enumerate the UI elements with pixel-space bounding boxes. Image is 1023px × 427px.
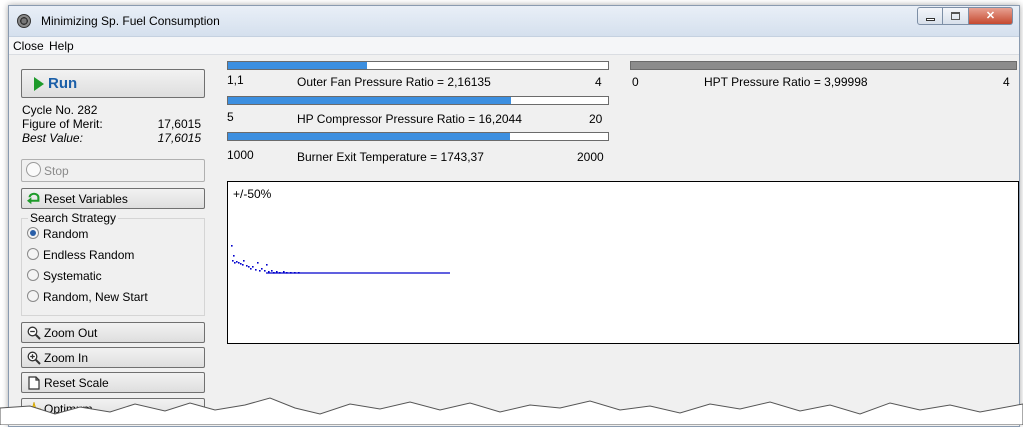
best-value-value: 17,6015 [157, 131, 201, 145]
window-controls: ✕ [917, 7, 1013, 25]
run-button[interactable]: Run [21, 69, 205, 98]
slider-max: 4 [595, 75, 602, 89]
reset-variables-button[interactable]: Reset Variables [21, 188, 205, 209]
strategy-label: Systematic [43, 269, 102, 283]
play-icon [34, 77, 44, 91]
search-strategy-title: Search Strategy [28, 211, 119, 225]
control-sidebar: Run Cycle No. 282 Figure of Merit: 17,60… [19, 59, 209, 419]
trace-point [248, 266, 250, 268]
zoom-out-button[interactable]: Zoom Out [21, 322, 205, 343]
strategy-random[interactable]: Random [27, 227, 88, 241]
outer-fan-slider[interactable] [227, 61, 609, 70]
close-window-button[interactable]: ✕ [969, 7, 1013, 25]
slider-max: 2000 [577, 150, 604, 164]
close-icon: ✕ [985, 10, 996, 22]
radio-icon [27, 248, 39, 260]
strategy-endless-random[interactable]: Endless Random [27, 248, 134, 262]
cycle-number: Cycle No. 282 [22, 103, 98, 117]
green-refresh-arrow-icon [27, 192, 40, 205]
zoom-in-label: Zoom In [44, 351, 89, 365]
hpt-pressure-slider[interactable] [630, 61, 1017, 70]
minimize-button[interactable] [917, 7, 943, 25]
burner-exit-slider[interactable] [227, 132, 609, 141]
slider-min: 1000 [227, 148, 254, 162]
trace-point [255, 269, 257, 271]
trace-point [264, 270, 266, 272]
menu-close[interactable]: Close [13, 39, 44, 53]
slider-max: 4 [1003, 75, 1010, 89]
app-icon [17, 14, 31, 28]
app-window: Minimizing Sp. Fuel Consumption ✕ Close … [8, 5, 1020, 427]
strategy-label: Random [43, 227, 89, 241]
slider-max: 20 [589, 112, 603, 126]
magnifier-plus-icon [27, 351, 41, 365]
trace-point [261, 268, 263, 270]
slider-fill [228, 97, 512, 104]
trace-point [234, 262, 236, 264]
strategy-systematic[interactable]: Systematic [27, 269, 102, 283]
strategy-label: Random, New Start [43, 290, 148, 304]
trace-point [271, 270, 273, 272]
trace-point [250, 268, 252, 270]
window-title: Minimizing Sp. Fuel Consumption [41, 14, 220, 28]
zoom-in-button[interactable]: Zoom In [21, 347, 205, 368]
run-label: Run [48, 75, 78, 92]
trace-point [231, 245, 233, 247]
trace-point [257, 262, 259, 264]
trace-point [259, 270, 261, 272]
menu-help[interactable]: Help [49, 39, 74, 53]
variable-sliders: 1,1 Outer Fan Pressure Ratio = 2,16135 4… [227, 61, 1017, 179]
title-bar: Minimizing Sp. Fuel Consumption ✕ [9, 6, 1019, 37]
slider-fill [228, 133, 511, 140]
radio-icon [27, 269, 39, 281]
radio-icon [27, 290, 39, 302]
strategy-random-new-start[interactable]: Random, New Start [27, 290, 148, 304]
slider-label: Burner Exit Temperature = 1743,37 [297, 150, 484, 164]
slider-label: Outer Fan Pressure Ratio = 2,16135 [297, 75, 491, 89]
stop-label: Stop [44, 164, 69, 178]
slider-min: 1,1 [227, 73, 244, 87]
trace-point [266, 264, 268, 266]
stop-circle-icon [26, 162, 41, 177]
strategy-label: Endless Random [43, 248, 135, 262]
slider-min: 0 [632, 75, 639, 89]
slider-fill [228, 62, 367, 69]
figure-of-merit-value: 17,6015 [157, 117, 201, 131]
trace-point [246, 265, 248, 267]
trace-point [243, 260, 245, 262]
hp-compressor-slider[interactable] [227, 96, 609, 105]
trace-point [232, 260, 234, 262]
zoom-out-label: Zoom Out [44, 326, 98, 340]
convergence-plot: +/-50% [227, 181, 1019, 344]
torn-edge [0, 397, 1023, 425]
search-strategy-group: Search Strategy Random Endless Random Sy… [21, 211, 205, 316]
trace-point [238, 262, 240, 264]
menu-bar: Close Help [9, 37, 1019, 55]
magnifier-minus-icon [27, 326, 41, 340]
best-value-label: Best Value: [22, 131, 83, 145]
stop-button[interactable]: Stop [21, 159, 205, 182]
maximize-button[interactable] [943, 7, 969, 25]
minimize-icon [926, 18, 935, 21]
trace-point [236, 261, 238, 263]
figure-of-merit-label: Figure of Merit: [22, 117, 103, 131]
radio-selected-icon [27, 227, 39, 239]
slider-fill [631, 62, 1016, 69]
trace-point [242, 264, 244, 266]
reset-variables-label: Reset Variables [44, 192, 128, 206]
convergence-trace [231, 245, 450, 274]
slider-label: HP Compressor Pressure Ratio = 16,2044 [297, 112, 522, 126]
slider-label: HPT Pressure Ratio = 3,99998 [704, 75, 868, 89]
trace-point [252, 266, 254, 268]
trace-point [240, 263, 242, 265]
slider-min: 5 [227, 110, 234, 124]
trace-point [233, 255, 235, 257]
maximize-icon [951, 12, 960, 20]
